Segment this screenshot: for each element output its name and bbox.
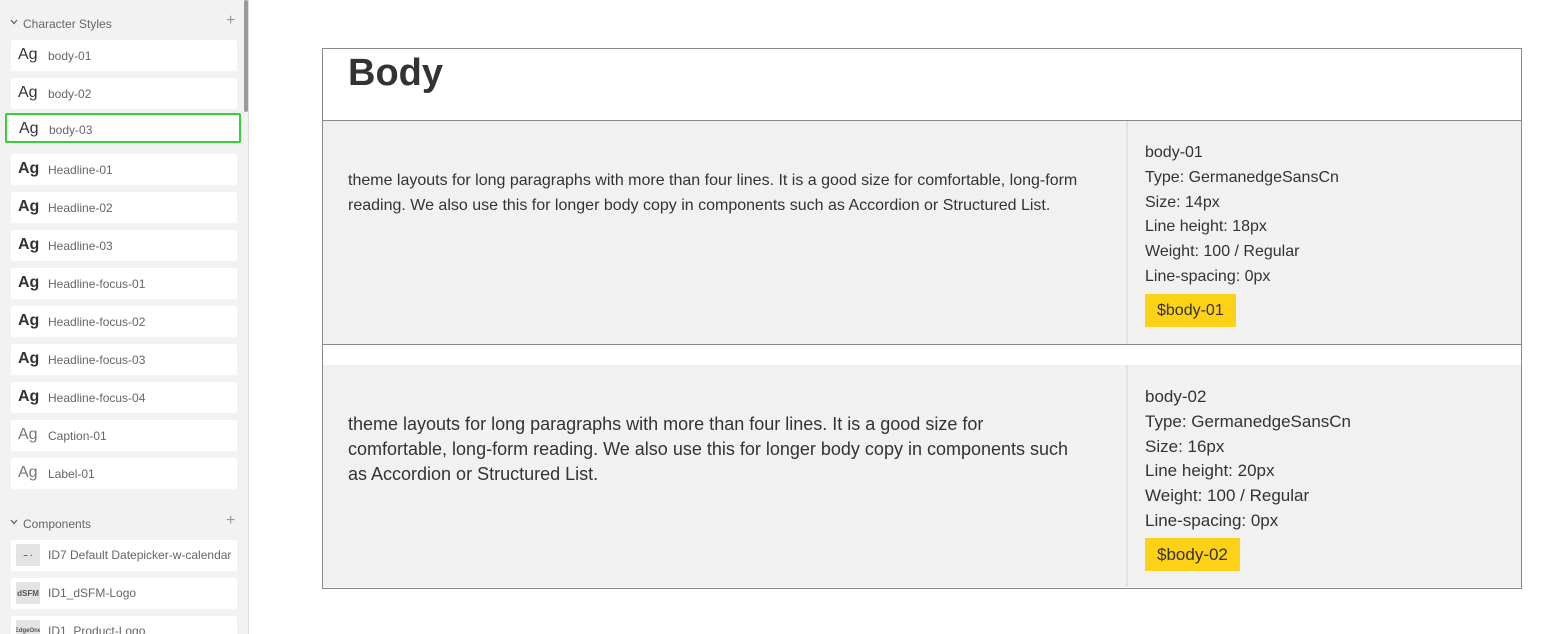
- style-preview-glyph: Ag: [18, 46, 38, 63]
- spec-name: body-01: [1145, 144, 1203, 161]
- style-item-label: Label-01: [48, 467, 95, 481]
- style-item-label: Headline-01: [48, 163, 113, 177]
- style-item-label: Headline-02: [48, 201, 113, 215]
- style-item-label: Headline-focus-03: [48, 353, 146, 367]
- style-item-headline-focus-01[interactable]: Ag Headline-focus-01: [11, 268, 237, 299]
- style-preview-glyph: Ag: [18, 84, 38, 101]
- style-item-headline-focus-03[interactable]: Ag Headline-focus-03: [11, 344, 237, 375]
- component-thumbnail: – ·: [16, 544, 40, 566]
- style-preview-glyph: Ag: [18, 312, 40, 329]
- token-badge: $body-01: [1145, 293, 1236, 327]
- sidebar-scrollbar[interactable]: [244, 0, 248, 112]
- add-icon[interactable]: +: [226, 12, 235, 30]
- style-preview-glyph: Ag: [18, 464, 38, 481]
- spec-block: body-02 Type: GermanedgeSansCn Size: 16p…: [1145, 385, 1351, 571]
- type-spec-row-body-02: theme layouts for long paragraphs with m…: [323, 365, 1521, 587]
- style-preview-glyph: Ag: [18, 160, 40, 177]
- style-item-headline-02[interactable]: Ag Headline-02: [11, 192, 237, 223]
- column-divider: [1126, 365, 1128, 587]
- style-item-label: Headline-focus-01: [48, 277, 146, 291]
- style-item-label: body-03: [49, 123, 93, 137]
- chevron-down-icon[interactable]: [10, 18, 18, 26]
- style-item-label: body-02: [48, 87, 92, 101]
- character-styles-header[interactable]: Character Styles +: [0, 12, 244, 34]
- component-item-label: ID1_dSFM-Logo: [48, 586, 137, 600]
- components-header[interactable]: Components +: [0, 512, 244, 534]
- spec-name: body-02: [1145, 387, 1207, 406]
- sample-paragraph: theme layouts for long paragraphs with m…: [348, 172, 1078, 214]
- sample-paragraph: theme layouts for long paragraphs with m…: [348, 414, 1069, 484]
- spec-size: Size: 16px: [1145, 436, 1225, 456]
- divider: [323, 344, 1521, 345]
- style-preview-glyph: Ag: [18, 350, 40, 367]
- component-thumbnail: EdgeOne: [16, 620, 40, 634]
- page-title: Body: [348, 52, 443, 94]
- spec-line-height: Line height: 18px: [1145, 218, 1267, 236]
- spec-block: body-01 Type: GermanedgeSansCn Size: 14p…: [1145, 141, 1339, 327]
- style-item-headline-01[interactable]: Ag Headline-01: [11, 154, 237, 185]
- style-preview-glyph: Ag: [18, 274, 40, 291]
- style-preview-glyph: Ag: [18, 426, 38, 443]
- style-item-label: Headline-03: [48, 239, 113, 253]
- token-badge: $body-02: [1145, 537, 1240, 571]
- spec-line-spacing: Line-spacing: 0px: [1145, 267, 1271, 285]
- style-item-label-01[interactable]: Ag Label-01: [11, 458, 237, 489]
- component-item-dsfm-logo[interactable]: dSFM ID1_dSFM-Logo: [11, 578, 237, 609]
- style-preview-glyph: Ag: [18, 236, 40, 253]
- style-item-body-02[interactable]: Ag body-02: [11, 78, 237, 109]
- chevron-down-icon[interactable]: [10, 518, 18, 526]
- style-item-label: Headline-focus-04: [48, 391, 146, 405]
- component-thumbnail: dSFM: [16, 582, 40, 604]
- components-title: Components: [23, 517, 92, 531]
- style-item-headline-focus-02[interactable]: Ag Headline-focus-02: [11, 306, 237, 337]
- style-preview-glyph: Ag: [19, 120, 39, 137]
- spec-weight: Weight: 100 / Regular: [1145, 486, 1310, 506]
- spec-weight: Weight: 100 / Regular: [1145, 243, 1300, 261]
- character-styles-title: Character Styles: [23, 17, 112, 31]
- style-item-label: body-01: [48, 49, 92, 63]
- spec-line-spacing: Line-spacing: 0px: [1145, 510, 1279, 530]
- style-item-body-03[interactable]: Ag body-03: [5, 113, 241, 143]
- column-divider: [1126, 121, 1128, 344]
- spec-size: Size: 14px: [1145, 193, 1220, 211]
- component-item-product-logo[interactable]: EdgeOne ID1_Product-Logo: [11, 616, 237, 634]
- style-item-body-01[interactable]: Ag body-01: [11, 40, 237, 71]
- spec-line-height: Line height: 20px: [1145, 461, 1275, 481]
- style-preview-glyph: Ag: [18, 198, 40, 215]
- style-item-label: Headline-focus-02: [48, 315, 146, 329]
- sidebar: Character Styles + Ag body-01 Ag body-02…: [0, 0, 249, 634]
- style-item-label: Caption-01: [48, 429, 107, 443]
- style-item-headline-focus-04[interactable]: Ag Headline-focus-04: [11, 382, 237, 413]
- style-item-headline-03[interactable]: Ag Headline-03: [11, 230, 237, 261]
- component-item-label: ID1_Product-Logo: [48, 624, 146, 634]
- add-icon[interactable]: +: [226, 512, 235, 530]
- style-preview-glyph: Ag: [18, 388, 40, 405]
- spec-type: Type: GermanedgeSansCn: [1145, 411, 1352, 431]
- component-item-datepicker[interactable]: – · ID7 Default Datepicker-w-calendar: [11, 540, 237, 571]
- type-spec-row-body-01: theme layouts for long paragraphs with m…: [323, 121, 1521, 344]
- style-item-caption-01[interactable]: Ag Caption-01: [11, 420, 237, 451]
- spec-type: Type: GermanedgeSansCn: [1145, 168, 1339, 186]
- component-item-label: ID7 Default Datepicker-w-calendar: [48, 548, 232, 562]
